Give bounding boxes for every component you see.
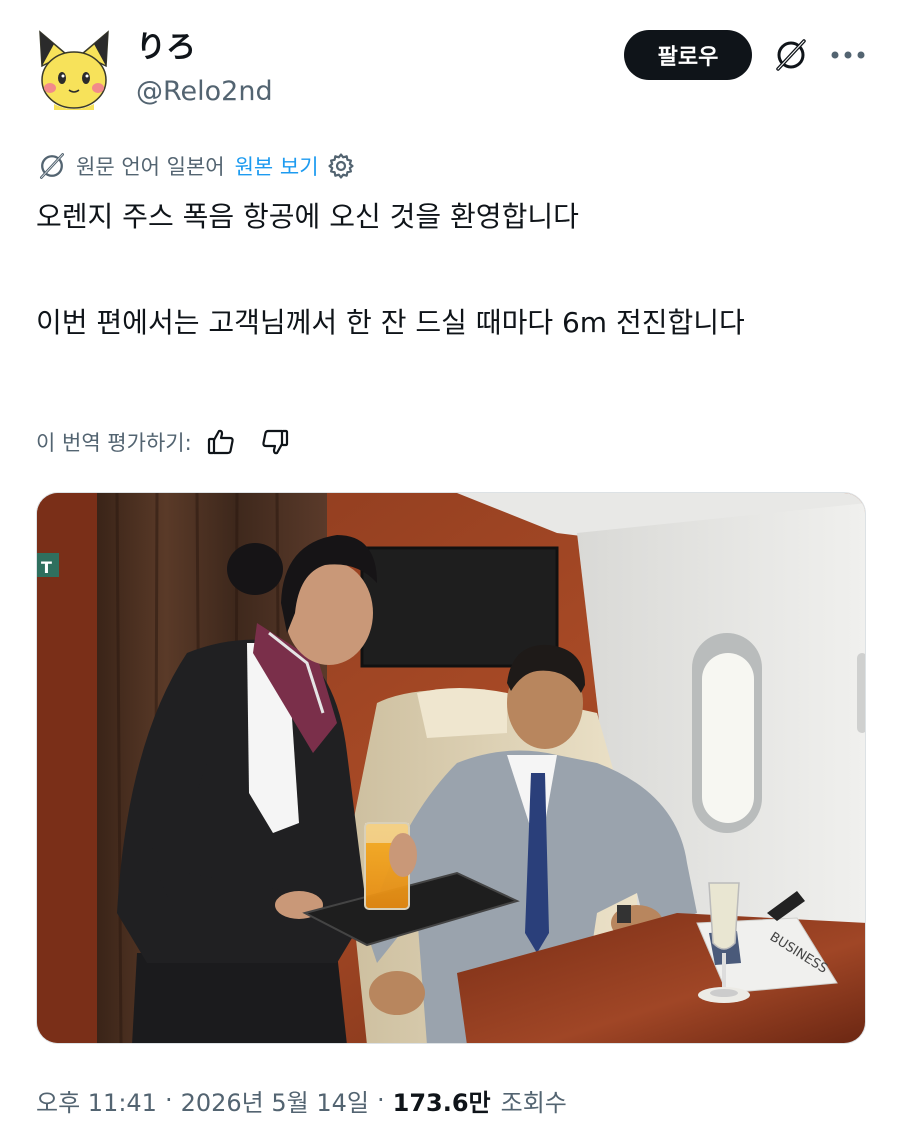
post-date[interactable]: 2026년 5월 14일: [181, 1083, 369, 1118]
user-handle[interactable]: @Relo2nd: [136, 76, 273, 108]
more-button[interactable]: [826, 34, 870, 76]
cabin-photo: T BUSINESS: [37, 493, 865, 1043]
tweet-photo[interactable]: T BUSINESS: [36, 492, 866, 1044]
meta-separator: ·: [164, 1086, 173, 1114]
rating-label: 이 번역 평가하기:: [36, 431, 192, 455]
thumbs-up-icon: [207, 429, 234, 455]
meta-separator: ·: [376, 1086, 385, 1114]
follow-button[interactable]: 팔로우: [624, 30, 752, 80]
rate-bad-button[interactable]: [258, 425, 292, 459]
translation-rating: 이 번역 평가하기:: [36, 422, 312, 462]
thumbs-down-icon: [262, 429, 288, 455]
tweet-text: 오렌지 주스 폭음 항공에 오신 것을 환영합니다 이번 편에서는 고객님께서 …: [36, 196, 866, 344]
gear-icon[interactable]: [327, 152, 355, 180]
grok-icon: [776, 39, 806, 71]
grok-icon: [40, 153, 64, 179]
display-name[interactable]: りろ: [136, 30, 196, 66]
translation-bar: 원문 언어 일본어 원본 보기: [36, 148, 355, 184]
tweet-line-1: 오렌지 주스 폭음 항공에 오신 것을 환영합니다: [36, 200, 579, 233]
tweet-header: りろ @Relo2nd 팔로우: [0, 0, 900, 130]
views-count: 173.6만: [392, 1088, 491, 1117]
show-original-link[interactable]: 원본 보기: [235, 151, 319, 181]
views-label: 조회수: [500, 1088, 567, 1117]
tweet-line-2: 이번 편에서는 고객님께서 한 잔 드실 때마다 6m 전진합니다: [36, 306, 745, 339]
avatar[interactable]: [36, 30, 112, 110]
grok-button[interactable]: [770, 34, 812, 76]
exit-sign-text: T: [41, 558, 52, 577]
tweet-meta: 오후 11:41 · 2026년 5월 14일 · 173.6만 조회수: [36, 1080, 567, 1120]
post-time[interactable]: 오후 11:41: [36, 1083, 157, 1118]
translation-source-label: 원문 언어 일본어: [76, 155, 225, 179]
rate-good-button[interactable]: [204, 425, 238, 459]
more-dots-icon: [831, 51, 865, 59]
